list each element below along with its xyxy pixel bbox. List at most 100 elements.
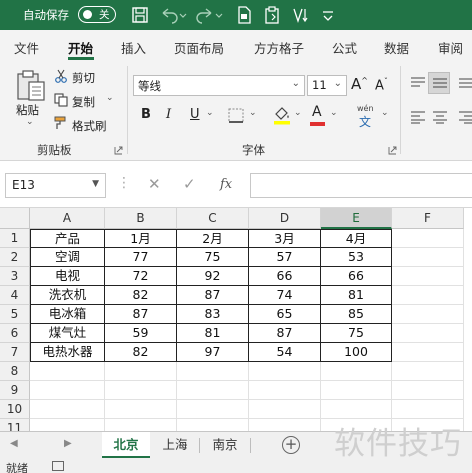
row-header-1[interactable]: 1 <box>0 229 30 248</box>
sheet-tab-nanjing[interactable]: 南京 <box>202 432 248 458</box>
cell-b10[interactable] <box>105 400 177 419</box>
autosave-toggle[interactable]: 关 <box>78 6 116 23</box>
cancel-icon[interactable]: ✕ <box>148 175 161 193</box>
cell-f9[interactable] <box>392 381 464 400</box>
cell-f4[interactable] <box>392 286 464 305</box>
cell-c9[interactable] <box>177 381 249 400</box>
fill-dropdown-icon[interactable]: ⌄ <box>294 108 302 118</box>
font-name-select[interactable]: 等线 ⌄ <box>133 75 305 96</box>
cell-e6[interactable]: 75 <box>321 324 392 343</box>
cell-c2[interactable]: 75 <box>177 248 249 267</box>
tab-review[interactable]: 审阅 <box>438 38 463 57</box>
column-header-b[interactable]: B <box>105 208 177 229</box>
cell-e1[interactable]: 4月 <box>321 229 392 248</box>
cell-a8[interactable] <box>30 362 105 381</box>
borders-icon[interactable] <box>228 108 246 124</box>
copy-label[interactable]: 复制 <box>72 94 95 110</box>
sheet-tab-shanghai[interactable]: 上海 <box>152 432 198 458</box>
cell-c1[interactable]: 2月 <box>177 229 249 248</box>
phonetic-guide-icon[interactable]: wén 文 <box>355 104 379 129</box>
paste-label[interactable]: 粘贴 <box>16 102 39 118</box>
underline-dropdown-icon[interactable]: ⌄ <box>206 108 214 118</box>
cell-e2[interactable]: 53 <box>321 248 392 267</box>
cell-a10[interactable] <box>30 400 105 419</box>
underline-button[interactable]: U <box>190 107 200 122</box>
customize-icon[interactable] <box>318 5 338 25</box>
cell-d6[interactable]: 87 <box>249 324 321 343</box>
cell-d2[interactable]: 57 <box>249 248 321 267</box>
grow-font-icon[interactable]: A^ <box>351 75 368 93</box>
cell-b6[interactable]: 59 <box>105 324 177 343</box>
add-sheet-button[interactable]: + <box>282 436 300 454</box>
cell-c4[interactable]: 87 <box>177 286 249 305</box>
cell-d3[interactable]: 66 <box>249 267 321 286</box>
cell-c10[interactable] <box>177 400 249 419</box>
cell-a3[interactable]: 电视 <box>30 267 105 286</box>
scroll-right-icon[interactable]: ▶ <box>64 438 72 449</box>
format-painter-icon[interactable] <box>54 116 68 130</box>
shrink-font-icon[interactable]: Aˇ <box>375 77 388 93</box>
row-header-8[interactable]: 8 <box>0 362 30 381</box>
borders-dropdown-icon[interactable]: ⌄ <box>249 108 257 118</box>
cell-b1[interactable]: 1月 <box>105 229 177 248</box>
cell-d9[interactable] <box>249 381 321 400</box>
cell-d1[interactable]: 3月 <box>249 229 321 248</box>
column-header-f[interactable]: F <box>392 208 464 229</box>
row-header-4[interactable]: 4 <box>0 286 30 305</box>
sheet-tab-beijing[interactable]: 北京 <box>102 432 150 458</box>
cell-f3[interactable] <box>392 267 464 286</box>
row-header-9[interactable]: 9 <box>0 381 30 400</box>
cell-a1[interactable]: 产品 <box>30 229 105 248</box>
column-header-c[interactable]: C <box>177 208 249 229</box>
copy-dropdown-icon[interactable]: ⌄ <box>106 93 114 103</box>
cell-c7[interactable]: 97 <box>177 343 249 362</box>
tab-insert[interactable]: 插入 <box>121 38 146 57</box>
sort-icon[interactable] <box>290 5 310 25</box>
row-header-2[interactable]: 2 <box>0 248 30 267</box>
accessibility-icon[interactable] <box>52 461 64 471</box>
tab-file[interactable]: 文件 <box>14 38 39 57</box>
cell-e9[interactable] <box>321 381 392 400</box>
cell-c8[interactable] <box>177 362 249 381</box>
cell-e8[interactable] <box>321 362 392 381</box>
cell-f8[interactable] <box>392 362 464 381</box>
cell-d7[interactable]: 54 <box>249 343 321 362</box>
select-all-corner[interactable] <box>0 208 30 229</box>
cell-b4[interactable]: 82 <box>105 286 177 305</box>
cell-a11[interactable] <box>30 419 105 431</box>
cell-d8[interactable] <box>249 362 321 381</box>
cell-e7[interactable]: 100 <box>321 343 392 362</box>
bold-button[interactable]: B <box>141 107 151 122</box>
cell-f5[interactable] <box>392 305 464 324</box>
paste-dropdown-icon[interactable]: ⌄ <box>26 117 34 127</box>
row-header-10[interactable]: 10 <box>0 400 30 419</box>
clipboard-launcher-icon[interactable] <box>114 146 123 155</box>
cell-d4[interactable]: 74 <box>249 286 321 305</box>
cell-a4[interactable]: 洗衣机 <box>30 286 105 305</box>
cut-label[interactable]: 剪切 <box>72 70 95 86</box>
formula-input[interactable] <box>250 173 472 198</box>
cell-e5[interactable]: 85 <box>321 305 392 324</box>
align-left-icon[interactable] <box>410 110 426 124</box>
cell-a9[interactable] <box>30 381 105 400</box>
cell-f7[interactable] <box>392 343 464 362</box>
clipboard-icon[interactable] <box>262 5 282 25</box>
cell-d10[interactable] <box>249 400 321 419</box>
font-color-dropdown-icon[interactable]: ⌄ <box>330 108 338 118</box>
tab-home[interactable]: 开始 <box>68 38 93 57</box>
cell-b3[interactable]: 72 <box>105 267 177 286</box>
tab-formulas[interactable]: 公式 <box>332 38 357 57</box>
cell-a2[interactable]: 空调 <box>30 248 105 267</box>
cell-b5[interactable]: 87 <box>105 305 177 324</box>
cell-c11[interactable] <box>177 419 249 431</box>
paste-icon[interactable] <box>14 68 48 102</box>
cell-f10[interactable] <box>392 400 464 419</box>
align-bottom-icon[interactable] <box>458 76 472 90</box>
cell-f6[interactable] <box>392 324 464 343</box>
insert-function-icon[interactable]: fx <box>220 177 232 192</box>
align-top-icon[interactable] <box>410 76 426 90</box>
column-header-e[interactable]: E <box>321 208 392 229</box>
cell-c5[interactable]: 83 <box>177 305 249 324</box>
cut-icon[interactable] <box>54 69 68 83</box>
tab-fangfang[interactable]: 方方格子 <box>254 38 304 57</box>
